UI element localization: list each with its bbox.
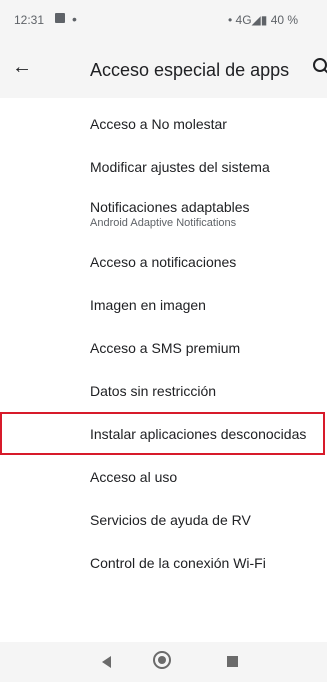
list-item-notificaciones-adaptables[interactable]: Notificaciones adaptables Android Adapti…: [0, 188, 327, 240]
list-item-datos-sin-restriccion[interactable]: Datos sin restricción: [0, 369, 327, 412]
nav-back-icon[interactable]: [102, 656, 111, 668]
search-icon[interactable]: [311, 52, 327, 82]
list-item-label: Acceso a SMS premium: [90, 339, 241, 356]
list-item-control-wifi[interactable]: Control de la conexión Wi-Fi: [0, 541, 327, 584]
list-item-no-molestar[interactable]: Acceso a No molestar: [0, 102, 327, 145]
list-item-servicios-rv[interactable]: Servicios de ayuda de RV: [0, 498, 327, 541]
list-item-instalar-apps-desconocidas[interactable]: Instalar aplicaciones desconocidas: [0, 412, 327, 455]
list-item-label: Servicios de ayuda de RV: [90, 511, 251, 528]
list-item-label: Control de la conexión Wi-Fi: [90, 554, 266, 571]
nav-home-icon[interactable]: [153, 651, 171, 669]
notification-icon: [55, 13, 65, 23]
back-arrow-icon[interactable]: ←: [12, 56, 32, 79]
nav-recents-icon[interactable]: [227, 656, 238, 667]
list-item-label: Acceso a No molestar: [90, 115, 227, 132]
list-item-label: Instalar aplicaciones desconocidas: [90, 425, 307, 442]
list-item-imagen-en-imagen[interactable]: Imagen en imagen: [0, 283, 327, 326]
list-item-acceso-uso[interactable]: Acceso al uso: [0, 455, 327, 498]
list-item-acceso-notificaciones[interactable]: Acceso a notificaciones: [0, 240, 327, 283]
list-item-label: Notificaciones adaptables: [90, 199, 250, 215]
list-item-label: Modificar ajustes del sistema: [90, 158, 270, 175]
app-bar: ← Acceso especial de apps: [0, 42, 327, 98]
status-dot: •: [72, 11, 77, 27]
list-item-sublabel: Android Adaptive Notifications: [90, 217, 237, 229]
list-item-sms-premium[interactable]: Acceso a SMS premium: [0, 326, 327, 369]
status-time: 12:31: [14, 13, 45, 27]
page-title: Acceso especial de apps: [90, 60, 290, 80]
list-item-label: Datos sin restricción: [90, 382, 217, 399]
status-bar: 12:31 • • 4G◢▮ 40 %: [0, 0, 327, 42]
navigation-bar: [0, 642, 327, 682]
list-item-label: Acceso a notificaciones: [90, 253, 237, 270]
status-indicators: • 4G◢▮ 40 %: [228, 13, 299, 27]
settings-list: Acceso a No molestar Modificar ajustes d…: [0, 102, 327, 584]
list-item-label: Acceso al uso: [90, 468, 178, 485]
list-item-label: Imagen en imagen: [90, 296, 206, 313]
list-item-ajustes-sistema[interactable]: Modificar ajustes del sistema: [0, 145, 327, 188]
